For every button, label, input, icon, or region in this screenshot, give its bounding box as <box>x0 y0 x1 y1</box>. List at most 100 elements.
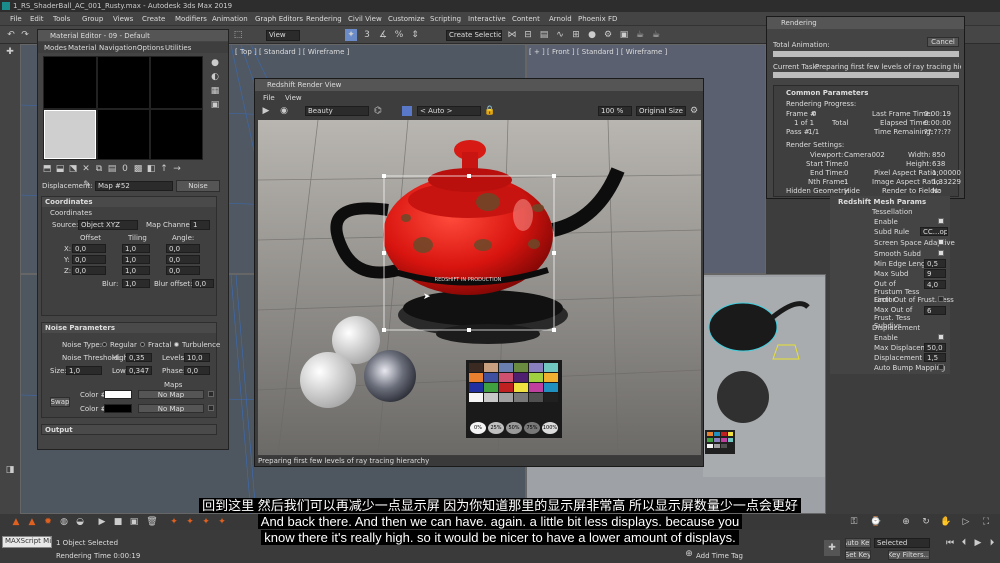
menu-rendering[interactable]: Rendering <box>306 15 342 23</box>
menu-file[interactable]: File <box>10 15 22 23</box>
max-subd-field[interactable]: 9 <box>924 269 946 278</box>
low-field[interactable]: 0,347 <box>126 366 152 375</box>
sample-slot[interactable] <box>151 57 202 108</box>
angle-x-field[interactable]: 0,0 <box>166 244 200 253</box>
size-dropdown[interactable]: Original Size <box>636 106 686 116</box>
menu-tools[interactable]: Tools <box>53 15 70 23</box>
camera-dropdown[interactable]: < Auto > <box>417 106 481 116</box>
out-frustum-field[interactable]: 4,0 <box>924 280 946 289</box>
put-to-library-icon[interactable]: ▤ <box>107 164 117 174</box>
go-to-parent-icon[interactable]: ↑ <box>159 164 169 174</box>
map-channel-field[interactable]: 1 <box>190 220 210 230</box>
subd-rule-dropdown[interactable]: CC...op <box>920 227 948 236</box>
select-and-manipulate-icon[interactable]: ✦ <box>345 29 357 41</box>
color1-map-checkbox[interactable] <box>208 391 214 397</box>
snap-toggle-icon[interactable]: 3 <box>361 29 373 41</box>
go-forward-sibling-icon[interactable]: → <box>172 164 182 174</box>
menu-modifiers[interactable]: Modifiers <box>175 15 207 23</box>
reset-map-icon[interactable]: ✕ <box>81 164 91 174</box>
aov-dropdown[interactable]: Beauty <box>305 106 369 116</box>
set-key-button[interactable]: Set Key <box>845 550 871 560</box>
render-stop-icon[interactable]: ◉ <box>279 106 289 116</box>
uv-tiling-icon[interactable]: ▣ <box>209 100 221 110</box>
render-production-icon[interactable]: ☕ <box>634 29 646 41</box>
menu-civil-view[interactable]: Civil View <box>348 15 382 23</box>
render-iterative-icon[interactable]: ☕ <box>650 29 662 41</box>
render-view-menu-file[interactable]: File <box>263 94 275 102</box>
offset-x-field[interactable]: 0,0 <box>72 244 106 253</box>
viewport-top-label[interactable]: [ Top ] [ Standard ] [ Wireframe ] <box>235 48 349 56</box>
redo-icon[interactable]: ↷ <box>19 29 31 41</box>
menu-group[interactable]: Group <box>82 15 103 23</box>
menu-utilities[interactable]: Utilities <box>165 44 191 52</box>
material-editor-icon[interactable]: ● <box>586 29 598 41</box>
color2-map-button[interactable]: No Map <box>138 404 204 413</box>
swap-button[interactable]: Swap <box>50 397 70 407</box>
menu-content[interactable]: Content <box>512 15 540 23</box>
smooth-subd-checkbox[interactable] <box>938 250 944 256</box>
angle-snap-icon[interactable]: ∡ <box>377 29 389 41</box>
make-unique-icon[interactable]: ⧉ <box>94 164 104 174</box>
color1-map-button[interactable]: No Map <box>138 390 204 399</box>
cancel-button[interactable]: Cancel <box>927 37 959 47</box>
tess-enable-checkbox[interactable] <box>938 218 944 224</box>
menu-edit[interactable]: Edit <box>30 15 44 23</box>
curve-editor-icon[interactable]: ∿ <box>554 29 566 41</box>
background-icon[interactable]: ▦ <box>209 86 221 96</box>
radio-regular[interactable] <box>102 342 107 347</box>
auto-bump-checkbox[interactable] <box>938 364 944 370</box>
blur-field[interactable]: 1,0 <box>122 279 150 288</box>
phase-field[interactable]: 0,0 <box>184 366 210 375</box>
offset-z-field[interactable]: 0,0 <box>72 266 106 275</box>
rendered-frame-icon[interactable]: ▣ <box>618 29 630 41</box>
create-panel-icon[interactable]: ✚ <box>4 46 16 58</box>
angle-y-field[interactable]: 0,0 <box>166 255 200 264</box>
lock-icon[interactable]: 🔒 <box>484 106 495 116</box>
output-rollout-header[interactable]: Output <box>41 424 217 435</box>
render-start-icon[interactable]: ▶ <box>261 106 271 116</box>
mirror-icon[interactable]: ⋈ <box>506 29 518 41</box>
menu-customize[interactable]: Customize <box>388 15 425 23</box>
layer-icon[interactable]: ▤ <box>538 29 550 41</box>
reference-coordinate-dropdown[interactable]: View <box>266 30 300 41</box>
sample-slot[interactable] <box>44 57 96 108</box>
sample-type-icon[interactable]: ● <box>209 58 221 68</box>
max-out-field[interactable]: 6 <box>924 306 946 315</box>
render-image[interactable]: REDSHIFT IN PRODUCTION 0% 25% 50% 75% 10… <box>258 120 701 455</box>
settings-gear-icon[interactable]: ⚙ <box>689 106 699 116</box>
align-icon[interactable]: ⊟ <box>522 29 534 41</box>
show-map-icon[interactable]: ▩ <box>133 164 143 174</box>
color-picker-icon[interactable] <box>402 106 412 116</box>
sample-slot-active[interactable] <box>44 110 96 159</box>
size-field[interactable]: 1,0 <box>66 366 102 375</box>
time-tag-icon[interactable]: ⊕ <box>684 549 694 559</box>
menu-create[interactable]: Create <box>142 15 165 23</box>
sample-slot[interactable] <box>98 57 149 108</box>
render-view-menu-view[interactable]: View <box>285 94 302 102</box>
menu-options[interactable]: Options <box>137 44 164 52</box>
zoom-dropdown[interactable]: 100 % <box>598 106 632 116</box>
assign-material-icon[interactable]: ⬔ <box>68 164 78 174</box>
coordinates-header[interactable]: Coordinates <box>42 197 216 207</box>
menu-navigation[interactable]: Navigation <box>99 44 137 52</box>
menu-material[interactable]: Material <box>68 44 96 52</box>
radio-fractal[interactable] <box>140 342 145 347</box>
disp-enable-checkbox[interactable] <box>938 334 944 340</box>
select-object-icon[interactable]: ⬚ <box>232 29 244 41</box>
key-filters-button[interactable]: Key Filters... <box>888 550 930 560</box>
add-time-tag[interactable]: Add Time Tag <box>696 552 743 560</box>
spinner-snap-icon[interactable]: ⇕ <box>409 29 421 41</box>
snapshot-icon[interactable]: ⌬ <box>373 106 383 116</box>
limit-out-checkbox[interactable] <box>938 296 944 302</box>
mesh-params-header[interactable]: Redshift Mesh Params <box>838 198 926 206</box>
menu-graph-editors[interactable]: Graph Editors <box>255 15 303 23</box>
named-selection-set-dropdown[interactable]: Create Selection Se <box>446 30 502 41</box>
min-edge-field[interactable]: 0,5 <box>924 259 946 268</box>
menu-phoenix-fd[interactable]: Phoenix FD <box>578 15 617 23</box>
radio-turbulence[interactable] <box>174 342 179 347</box>
tiling-y-field[interactable]: 1,0 <box>122 255 150 264</box>
backlight-icon[interactable]: ◐ <box>209 72 221 82</box>
color2-swatch[interactable] <box>104 404 132 413</box>
tiling-z-field[interactable]: 1,0 <box>122 266 150 275</box>
menu-animation[interactable]: Animation <box>212 15 248 23</box>
